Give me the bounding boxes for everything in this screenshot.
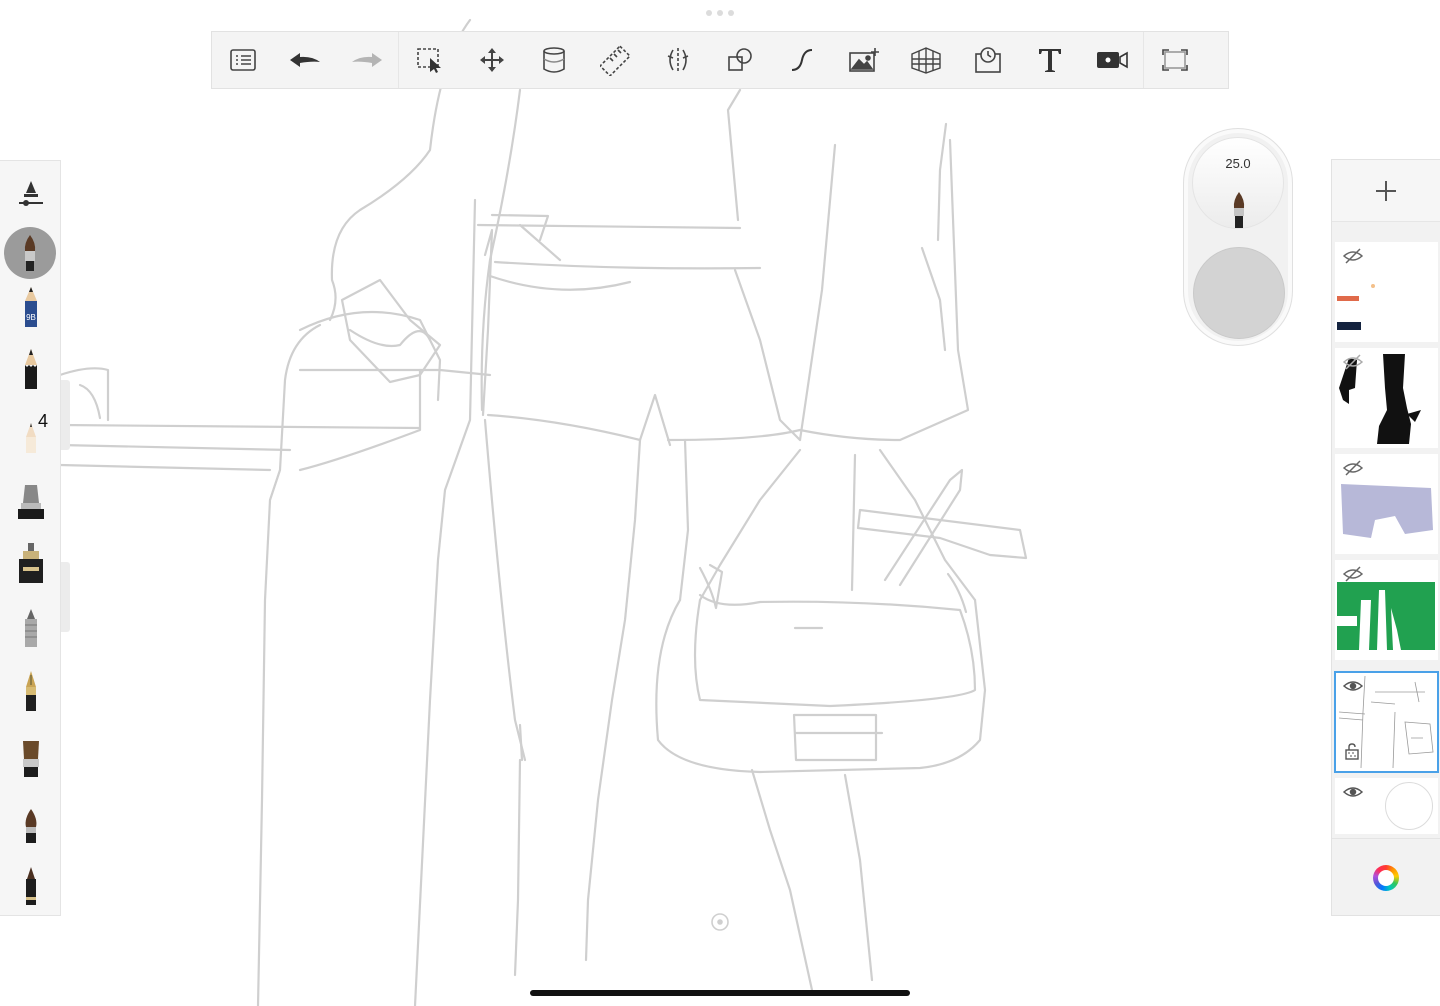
thumb-swatch-red [1337,296,1359,301]
eye-hidden-icon[interactable] [1343,354,1363,370]
ruler-icon [600,45,631,76]
eye-visible-icon[interactable] [1343,678,1363,694]
paint-brush-active-icon [24,235,36,271]
brush-pencil-9b[interactable]: 9B [6,279,56,335]
eye-hidden-icon[interactable] [1343,460,1363,476]
record-video-button[interactable] [1081,32,1143,88]
text-button[interactable] [1019,32,1081,88]
ink-pen-icon [19,543,43,583]
time-lapse-button[interactable] [957,32,1019,88]
curve-icon [791,49,813,71]
round-brush-icon [25,809,37,843]
brush-pencil[interactable] [6,341,56,397]
brush-airbrush[interactable] [6,599,56,655]
brush-settings-icon [19,181,43,206]
brush-size-value: 25.0 [1225,156,1251,171]
thumb-dots [1371,284,1375,288]
add-layer-button[interactable] [1332,160,1440,222]
layer-lavender-shorts[interactable] [1335,454,1438,554]
shapes-icon [728,48,752,71]
drawing-app: 9B 4 25.0 [0,0,1440,1006]
selection-icon [417,48,441,73]
airbrush-icon [25,609,37,647]
layer-green-fill[interactable] [1335,560,1438,660]
layers-panel [1331,159,1440,916]
layer-background[interactable] [1335,778,1438,834]
left-side-handle-top[interactable] [61,380,70,450]
brush-puck: 25.0 [1183,128,1293,346]
perspective-grid-icon [911,47,941,74]
brush-active[interactable] [4,227,56,279]
record-video-icon [1097,51,1128,69]
top-toolbar [211,31,1229,89]
brush-round[interactable] [6,797,56,853]
add-image-button[interactable] [833,32,895,88]
current-brush-icon [1233,192,1245,228]
left-side-handle-bottom[interactable] [61,562,70,632]
layer-black-silhouette[interactable] [1335,348,1438,448]
fountain-pen-icon [26,671,36,711]
layer-color-swatches[interactable] [1335,242,1438,342]
home-indicator[interactable] [530,990,910,996]
eye-visible-icon[interactable] [1343,784,1363,800]
add-image-icon [849,48,879,72]
pencil-icon [25,349,37,389]
selection-button[interactable] [399,32,461,88]
redo-button[interactable] [336,32,398,88]
plus-icon [1376,180,1396,201]
brush-marker[interactable] [6,473,56,529]
brush-fountain-pen[interactable] [6,663,56,719]
eye-hidden-icon[interactable] [1343,248,1363,264]
toolbar-grabber[interactable] [706,10,734,18]
felt-tip-icon [26,867,36,905]
curve-button[interactable] [771,32,833,88]
fill-bucket-icon [543,47,565,73]
brush-opacity-knob[interactable] [1193,247,1285,339]
layers-list-button[interactable] [212,32,274,88]
layer-sketch[interactable] [1334,671,1439,773]
brush-felt-tip[interactable] [6,859,56,915]
transform-icon [480,48,504,72]
symmetry-icon [667,48,689,72]
thumb-swatch-navy [1337,322,1361,330]
eye-hidden-icon[interactable] [1343,566,1363,582]
flat-brush-icon [23,741,39,777]
color-picker-button[interactable] [1332,838,1440,916]
brush-flat[interactable] [6,731,56,787]
undo-button[interactable] [274,32,336,88]
marker-icon [18,485,44,519]
color-wheel-icon [1373,864,1399,891]
brush-palette: 9B [0,160,61,916]
fullscreen-button[interactable] [1144,32,1206,88]
fullscreen-icon [1162,49,1188,71]
time-lapse-icon [975,47,1001,73]
brush-fine-pencil[interactable] [6,405,56,461]
background-color-swatch[interactable] [1385,782,1433,830]
text-icon [1039,49,1061,72]
pencil-9b-icon: 9B [25,287,37,327]
symmetry-button[interactable] [647,32,709,88]
layers-list-icon [230,49,256,71]
undo-icon [290,53,320,67]
transform-button[interactable] [461,32,523,88]
redo-icon [352,53,382,67]
shapes-button[interactable] [709,32,771,88]
brush-settings-button[interactable] [6,165,56,221]
perspective-grid-button[interactable] [895,32,957,88]
canvas-rotate-handle-icon[interactable] [709,911,731,933]
fill-bucket-button[interactable] [523,32,585,88]
lock-icon[interactable] [1344,742,1360,760]
brush-size-knob[interactable]: 25.0 [1192,137,1284,229]
pencil-grade-label: 9B [26,313,36,322]
layer-number-badge: 4 [38,411,49,431]
brush-ink-pen[interactable] [6,535,56,591]
ruler-button[interactable] [585,32,647,88]
